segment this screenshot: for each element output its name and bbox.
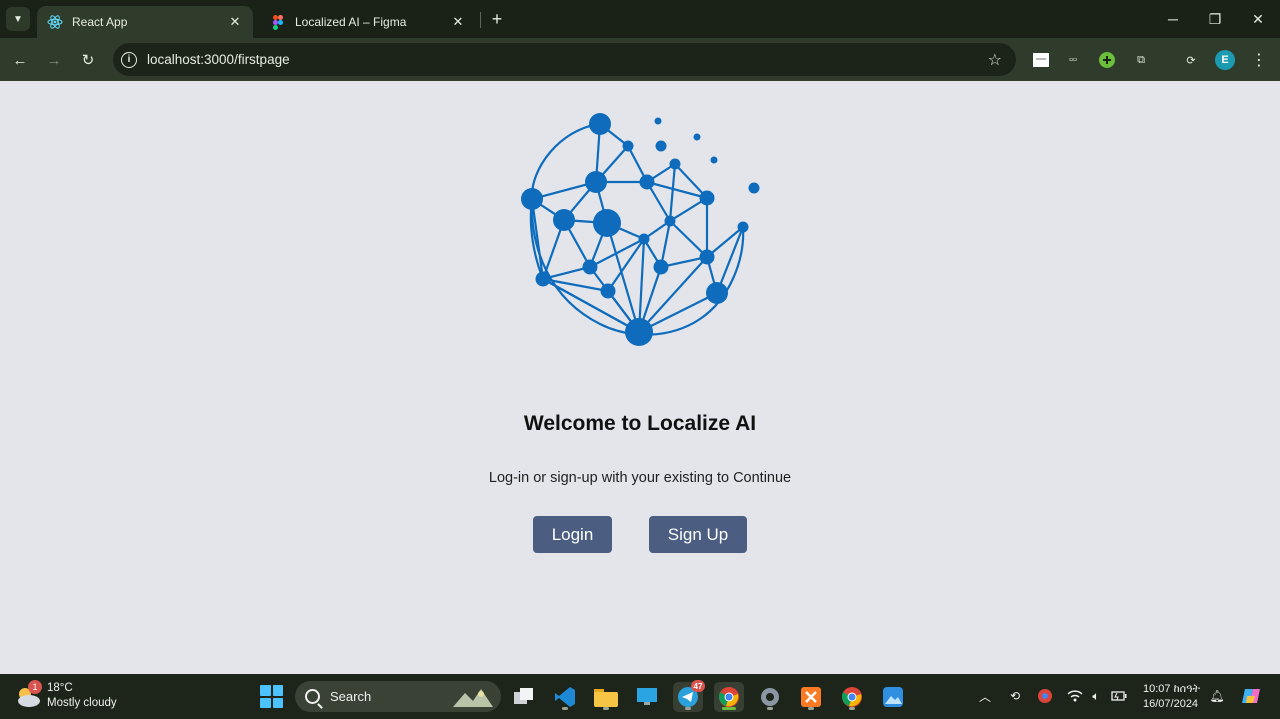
vscode-icon[interactable] [550,682,580,712]
close-window-icon[interactable]: ✕ [1245,6,1271,32]
tab-figma[interactable]: Localized AI – Figma ✕ [260,6,476,38]
restore-icon[interactable]: ❐ [1202,6,1228,32]
system-clock[interactable]: 10:07 ከሰዓት 16/07/2024 [1143,682,1200,712]
search-highlight-icon [453,689,493,707]
task-view-icon[interactable] [509,682,539,712]
close-tab-icon[interactable]: ✕ [450,14,466,30]
clock-time: 10:07 ከሰዓት [1143,683,1201,695]
weather-widget[interactable]: 1 18°C Mostly cloudy [14,680,117,711]
profile-avatar[interactable]: E [1215,50,1235,70]
photos-icon[interactable] [878,682,908,712]
weather-badge: 1 [28,680,42,694]
search-placeholder: Search [330,689,372,704]
login-button[interactable]: Login [533,516,612,553]
search-icon [305,689,320,704]
new-tab-icon[interactable]: + [486,8,508,30]
volume-icon[interactable]: 🔈︎ [1087,687,1105,705]
taskbar: 1 18°C Mostly cloudy Search 47 ︿ ⟲ 🔈︎ 10… [0,674,1280,719]
localize-ai-logo [521,113,760,346]
tab-title: Localized AI – Figma [295,15,407,29]
extensions-puzzle-icon[interactable]: ⧉ [1131,50,1151,70]
clock-date: 16/07/2024 [1143,698,1199,710]
close-tab-icon[interactable]: ✕ [227,14,243,30]
windows-start-icon[interactable] [260,685,283,708]
tab-strip: ▼ React App ✕ Localized AI – Figma ✕ + ─… [0,0,1280,38]
bookmark-star-icon[interactable]: ☆ [988,50,1002,70]
xampp-icon[interactable] [796,682,826,712]
tab-search-button[interactable]: ▼ [6,7,30,31]
tab-divider [480,12,481,28]
copilot-icon[interactable] [1240,685,1262,707]
site-info-icon[interactable]: i [121,51,137,68]
weather-temp: 18°C [47,682,73,694]
remote-desktop-icon[interactable] [632,682,662,712]
sign-up-button[interactable]: Sign Up [649,516,747,553]
chrome-tray-icon[interactable] [1036,687,1054,705]
tab-react-app[interactable]: React App ✕ [37,6,253,38]
settings-gear-icon[interactable] [755,682,785,712]
chrome-profile-icon[interactable] [837,682,867,712]
forward-arrow-icon[interactable]: → [41,47,67,73]
page-subtitle: Log-in or sign-up with your existing to … [488,470,792,486]
chrome-icon[interactable] [714,682,744,712]
reload-icon[interactable]: ↻ [75,47,101,73]
notification-bell-icon[interactable]: 🔔︎ [1208,687,1226,705]
more-menu-icon[interactable]: ⋮ [1249,50,1269,70]
sync-icon[interactable]: ⟲ [1006,687,1024,705]
page-content: Welcome to Localize AI Log-in or sign-up… [0,81,1280,674]
weather-condition: Mostly cloudy [47,697,117,709]
url-text[interactable]: localhost:3000/firstpage [147,52,290,67]
extension-plus-icon[interactable] [1097,50,1117,70]
wifi-icon[interactable] [1066,687,1084,705]
address-bar[interactable]: i localhost:3000/firstpage ☆ [113,43,1016,76]
telegram-badge: 47 [691,680,705,692]
cloud-sun-icon: 1 [14,680,42,710]
extension-icon[interactable]: ▫▫ [1063,50,1083,70]
telegram-icon[interactable]: 47 [673,680,705,712]
chevron-up-icon[interactable]: ︿ [976,687,994,705]
performance-icon[interactable]: ⟳ [1181,50,1201,70]
taskbar-search[interactable]: Search [295,681,501,712]
battery-icon[interactable] [1110,687,1128,705]
browser-toolbar: ← → ↻ i localhost:3000/firstpage ☆ ▫▫ ⧉ … [0,38,1280,81]
back-arrow-icon[interactable]: ← [7,47,33,73]
tab-title: React App [72,15,128,29]
page-title: Welcome to Localize AI [523,412,757,435]
figma-icon [270,14,286,30]
react-icon [47,14,63,30]
minimize-icon[interactable]: ─ [1160,6,1186,32]
file-explorer-icon[interactable] [591,682,621,712]
extension-icon[interactable] [1031,50,1051,70]
